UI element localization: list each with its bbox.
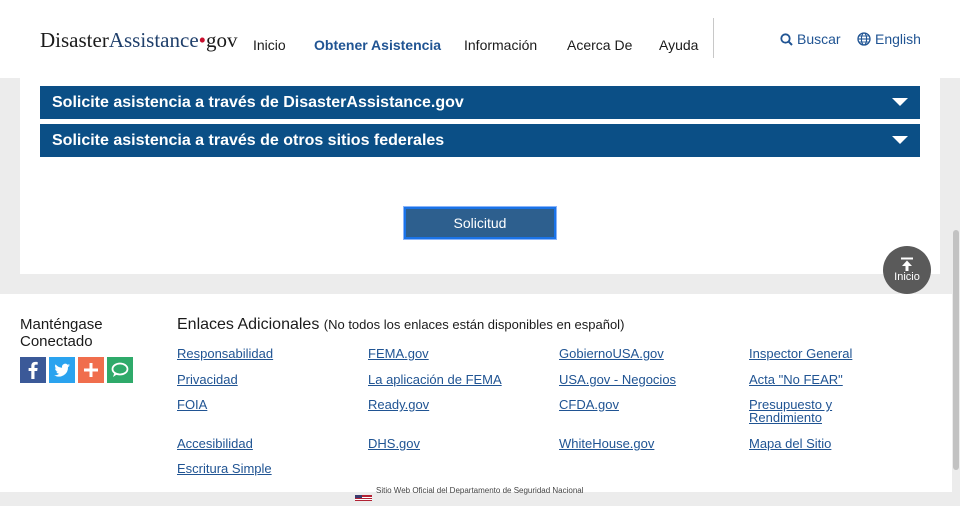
back-to-top-label: Inicio — [894, 271, 920, 283]
us-flag-icon — [355, 488, 372, 501]
nav-divider — [713, 18, 714, 58]
footer-link-inspector-general[interactable]: Inspector General — [749, 347, 852, 360]
share-plus-icon[interactable] — [78, 357, 104, 383]
footer-link-foia[interactable]: FOIA — [177, 398, 207, 411]
site-logo[interactable]: DisasterAssistance•gov — [40, 28, 238, 53]
accordion-label: Solicite asistencia a través de otros si… — [52, 132, 445, 149]
accordion-label: Solicite asistencia a través de Disaster… — [52, 94, 464, 111]
footer-link-mapa-del-sitio[interactable]: Mapa del Sitio — [749, 437, 831, 450]
footer-link-no-fear[interactable]: Acta "No FEAR" — [749, 373, 843, 386]
logo-part-gov: gov — [206, 28, 238, 52]
footer-link-privacidad[interactable]: Privacidad — [177, 373, 238, 386]
accordion-disasterassistance[interactable]: Solicite asistencia a través de Disaster… — [40, 86, 920, 119]
twitter-icon[interactable] — [49, 357, 75, 383]
logo-part-assistance: Assistance — [108, 28, 199, 52]
footer-link-fema-app[interactable]: La aplicación de FEMA — [368, 373, 502, 386]
search-label: Buscar — [797, 31, 841, 47]
caret-down-icon — [892, 136, 908, 144]
nav-informacion[interactable]: Información — [464, 37, 537, 53]
globe-icon — [857, 32, 871, 46]
logo-part-disaster: Disaster — [40, 28, 109, 52]
apply-button[interactable]: Solicitud — [404, 207, 556, 239]
footer-link-presupuesto[interactable]: Presupuesto y Rendimiento — [749, 398, 859, 424]
connect-title: Manténgase Conectado — [20, 316, 103, 350]
nav-inicio[interactable]: Inicio — [253, 37, 286, 53]
footer-link-accesibilidad[interactable]: Accesibilidad — [177, 437, 253, 450]
footer-link-fema[interactable]: FEMA.gov — [368, 347, 429, 360]
language-label: English — [875, 31, 921, 47]
logo-dot: • — [198, 28, 207, 52]
chat-icon[interactable] — [107, 357, 133, 383]
site-footer: Manténgase Conectado Enlaces Adicionales… — [0, 294, 952, 501]
footer-link-whitehouse[interactable]: WhiteHouse.gov — [559, 437, 654, 450]
facebook-icon[interactable] — [20, 357, 46, 383]
site-header: DisasterAssistance•gov Inicio Obtener As… — [0, 0, 960, 78]
links-title-text: Enlaces Adicionales — [177, 316, 320, 333]
nav-acerca-de[interactable]: Acerca De — [567, 37, 632, 53]
language-toggle[interactable]: English — [857, 31, 921, 47]
nav-ayuda[interactable]: Ayuda — [659, 37, 698, 53]
accordion-otros-sitios[interactable]: Solicite asistencia a través de otros si… — [40, 124, 920, 157]
links-note: (No todos los enlaces están disponibles … — [323, 317, 625, 332]
footer-link-responsabilidad[interactable]: Responsabilidad — [177, 347, 273, 360]
scrollbar-thumb[interactable] — [953, 230, 959, 470]
footer-link-escritura-simple[interactable]: Escritura Simple — [177, 462, 272, 475]
search-link[interactable]: Buscar — [780, 31, 841, 47]
footer-link-cfda[interactable]: CFDA.gov — [559, 398, 619, 411]
footer-link-ready[interactable]: Ready.gov — [368, 398, 429, 411]
official-site-banner: Sitio Web Oficial del Departamento de Se… — [376, 486, 584, 495]
footer-link-usa-negocios[interactable]: USA.gov - Negocios — [559, 373, 676, 386]
footer-link-dhs[interactable]: DHS.gov — [368, 437, 420, 450]
footer-link-gobiernousa[interactable]: GobiernoUSA.gov — [559, 347, 664, 360]
main-content: Solicite asistencia a través de Disaster… — [20, 78, 940, 274]
additional-links-title: Enlaces Adicionales (No todos los enlace… — [177, 316, 624, 334]
caret-down-icon — [892, 98, 908, 106]
search-icon — [780, 32, 793, 46]
back-to-top-button[interactable]: Inicio — [883, 246, 931, 294]
nav-obtener-asistencia[interactable]: Obtener Asistencia — [314, 37, 441, 53]
